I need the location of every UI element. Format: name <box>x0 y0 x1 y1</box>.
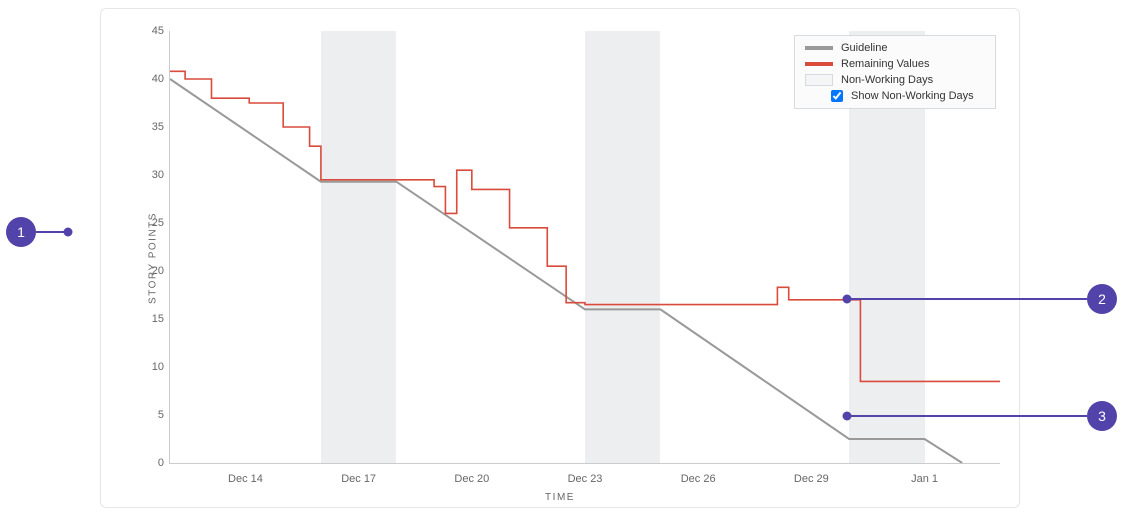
show-non-working-days-label: Show Non-Working Days <box>851 90 974 102</box>
y-tick: 30 <box>132 169 164 181</box>
y-tick: 20 <box>132 265 164 277</box>
y-tick: 15 <box>132 313 164 325</box>
legend-item: Guideline <box>795 40 995 56</box>
y-tick: 45 <box>132 25 164 37</box>
legend-item: Remaining Values <box>795 56 995 72</box>
y-tick: 35 <box>132 121 164 133</box>
y-tick: 25 <box>132 217 164 229</box>
y-tick: 40 <box>132 73 164 85</box>
plot-area: 051015202530354045Dec 14Dec 17Dec 20Dec … <box>169 31 1000 464</box>
x-tick: Dec 14 <box>228 473 263 485</box>
legend-swatch <box>805 74 833 86</box>
x-tick: Dec 20 <box>454 473 489 485</box>
y-tick: 10 <box>132 361 164 373</box>
x-tick: Dec 17 <box>341 473 376 485</box>
legend-swatch <box>805 46 833 50</box>
x-tick: Dec 29 <box>794 473 829 485</box>
burndown-chart-card: STORY POINTS TIME 051015202530354045Dec … <box>100 8 1020 508</box>
x-axis-label: TIME <box>545 492 575 503</box>
legend: Guideline Remaining Values Non-Working Day… <box>794 35 996 109</box>
callout-bubble: 1 <box>6 217 36 247</box>
callout-line <box>847 298 1087 300</box>
legend-swatch <box>805 62 833 66</box>
legend-label: Remaining Values <box>841 58 929 70</box>
x-tick: Dec 26 <box>681 473 716 485</box>
y-tick: 0 <box>132 457 164 469</box>
x-tick: Dec 23 <box>568 473 603 485</box>
show-non-working-days-checkbox[interactable] <box>831 90 843 102</box>
callout-line <box>36 231 68 233</box>
callout-line <box>847 415 1087 417</box>
x-tick: Jan 1 <box>911 473 938 485</box>
legend-label: Non-Working Days <box>841 74 933 86</box>
legend-label: Guideline <box>841 42 887 54</box>
y-tick: 5 <box>132 409 164 421</box>
remaining-values-series <box>170 71 1000 381</box>
legend-item: Non-Working Days <box>795 72 995 88</box>
callout-bubble: 3 <box>1087 401 1117 431</box>
callout-bubble: 2 <box>1087 284 1117 314</box>
legend-toggle-row: Show Non-Working Days <box>795 88 995 104</box>
stage: STORY POINTS TIME 051015202530354045Dec … <box>0 0 1123 518</box>
